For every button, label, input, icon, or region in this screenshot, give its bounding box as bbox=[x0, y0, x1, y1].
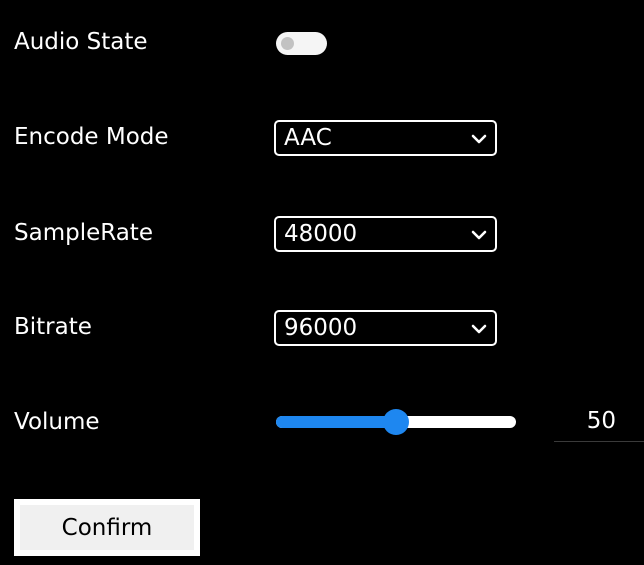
volume-slider[interactable] bbox=[276, 406, 516, 438]
volume-value-field[interactable]: 50 bbox=[554, 404, 644, 442]
encode-mode-value: AAC bbox=[284, 125, 332, 151]
bitrate-label: Bitrate bbox=[14, 314, 92, 340]
audio-state-toggle[interactable] bbox=[276, 32, 327, 55]
bitrate-value: 96000 bbox=[284, 315, 358, 341]
slider-thumb[interactable] bbox=[383, 409, 409, 435]
slider-fill bbox=[276, 416, 396, 428]
volume-label: Volume bbox=[14, 409, 100, 435]
toggle-knob bbox=[281, 37, 294, 50]
chevron-down-icon bbox=[471, 230, 487, 240]
audio-state-label: Audio State bbox=[14, 29, 148, 55]
encode-mode-select[interactable]: AAC bbox=[274, 120, 497, 156]
chevron-down-icon bbox=[471, 134, 487, 144]
volume-value: 50 bbox=[586, 408, 616, 434]
sample-rate-value: 48000 bbox=[284, 221, 358, 247]
audio-settings-panel: Audio State Encode Mode AAC SampleRate 4… bbox=[0, 0, 644, 565]
encode-mode-label: Encode Mode bbox=[14, 124, 169, 150]
confirm-button-label: Confirm bbox=[20, 505, 194, 550]
chevron-down-icon bbox=[471, 324, 487, 334]
confirm-button[interactable]: Confirm bbox=[14, 499, 200, 556]
sample-rate-select[interactable]: 48000 bbox=[274, 216, 497, 252]
bitrate-select[interactable]: 96000 bbox=[274, 310, 497, 346]
sample-rate-label: SampleRate bbox=[14, 220, 153, 246]
